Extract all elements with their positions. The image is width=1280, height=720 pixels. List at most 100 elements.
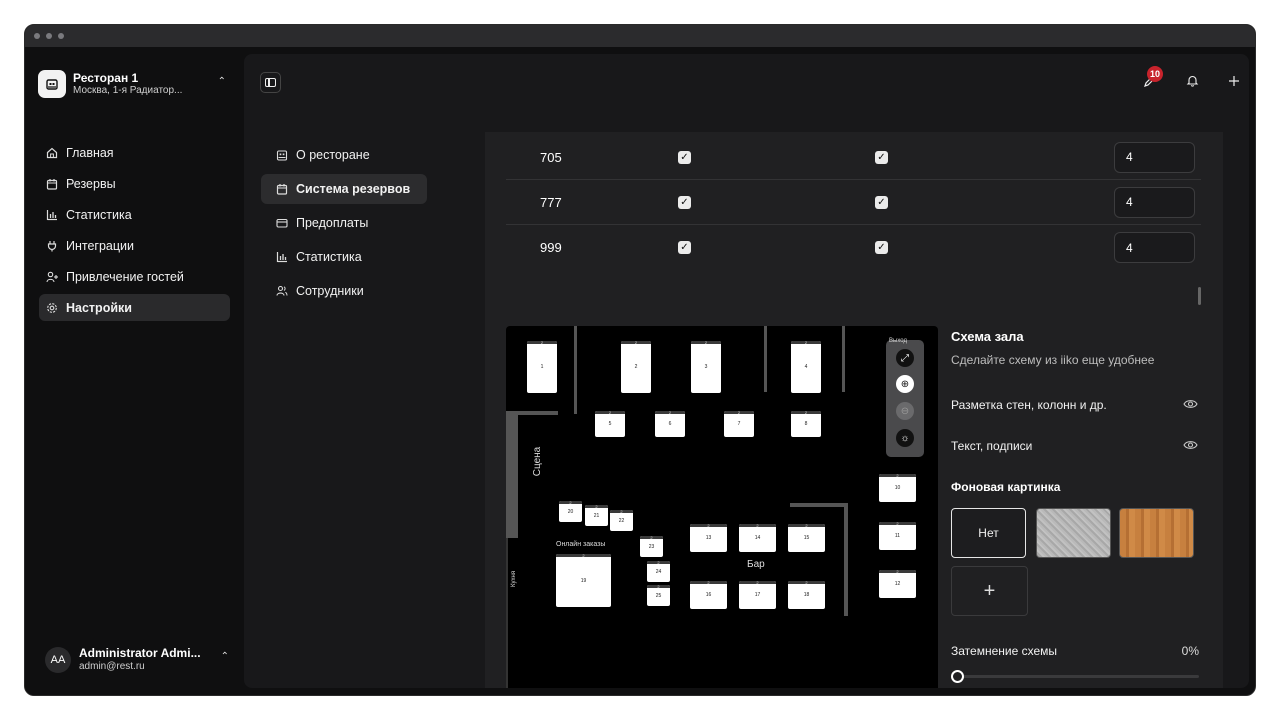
settings-item-about[interactable]: О ресторане — [261, 140, 427, 170]
zoom-out-button[interactable]: ⊖ — [896, 402, 914, 420]
map-wall — [842, 326, 845, 392]
map-table[interactable]: 21 — [527, 340, 557, 393]
table-row: 999 ✓ ✓ 4 — [506, 225, 1201, 270]
settings-item-staff[interactable]: Сотрудники — [261, 276, 427, 306]
notifications-button[interactable] — [1177, 68, 1207, 96]
sidebar-item-settings[interactable]: Настройки — [39, 294, 230, 321]
map-table[interactable]: 2 11 — [879, 521, 916, 550]
user-plus-icon — [45, 271, 59, 283]
sidebar-item-home[interactable]: Главная — [39, 139, 230, 166]
fullscreen-button[interactable]: ⤢ — [896, 349, 914, 367]
map-table[interactable]: 27 — [724, 410, 754, 437]
gear-icon — [45, 302, 59, 314]
sidebar-item-label: Резервы — [66, 176, 116, 191]
brightness-button[interactable]: ☼ — [896, 429, 914, 447]
sidebar-item-integrations[interactable]: Интеграции — [39, 232, 230, 259]
map-table[interactable]: 2 14 — [739, 523, 776, 552]
scrollbar[interactable] — [1198, 287, 1201, 305]
map-table[interactable]: 2 20 — [559, 500, 582, 522]
settings-item-label: Сотрудники — [296, 284, 364, 298]
map-table[interactable]: 2 15 — [788, 523, 825, 552]
map-table[interactable]: 2 22 — [610, 509, 633, 531]
window-close-button[interactable] — [34, 33, 40, 39]
walls-option-label: Разметка стен, колонн и др. — [951, 398, 1107, 412]
dimming-slider[interactable] — [951, 670, 1199, 683]
restaurant-address: Москва, 1-я Радиатор... — [73, 85, 183, 97]
sidebar: Ресторан 1 Москва, 1-я Радиатор... ⌃ Гла… — [25, 47, 244, 695]
sidebar-item-label: Настройки — [66, 300, 132, 315]
reservation-settings-content: 705 ✓ ✓ 4 777 ✓ ✓ 4 999 ✓ ✓ 4 Сцена Кухн… — [485, 132, 1223, 688]
main-panel: 10 О ресторане Система резервов Предопла… — [244, 54, 1249, 688]
add-button[interactable] — [1219, 68, 1249, 96]
checkbox-1[interactable]: ✓ — [678, 150, 691, 164]
checkbox-2[interactable]: ✓ — [875, 241, 888, 254]
sidebar-item-guest-acquisition[interactable]: Привлечение гостей — [39, 263, 230, 290]
add-background-button[interactable]: + — [951, 566, 1028, 616]
map-table[interactable]: 2 19 — [556, 553, 611, 607]
map-table[interactable]: 2 17 — [739, 580, 776, 609]
eye-icon[interactable] — [1183, 438, 1198, 452]
eye-icon[interactable] — [1183, 397, 1198, 411]
header-actions: 10 — [1123, 66, 1249, 96]
map-table[interactable]: 2 10 — [879, 473, 916, 502]
map-table[interactable]: 23 — [691, 340, 721, 393]
map-table[interactable]: 2 25 — [647, 584, 670, 606]
map-table[interactable]: 2 23 — [640, 535, 663, 557]
settings-item-reservation-system[interactable]: Система резервов — [261, 174, 427, 204]
walls-option-row: Разметка стен, колонн и др. — [951, 397, 1198, 412]
capacity-input[interactable]: 4 — [1114, 141, 1195, 173]
app-window: Ресторан 1 Москва, 1-я Радиатор... ⌃ Гла… — [24, 24, 1256, 696]
settings-item-label: Статистика — [296, 250, 362, 264]
checkbox-1[interactable]: ✓ — [678, 241, 691, 254]
background-none-option[interactable]: Нет — [951, 508, 1026, 558]
background-wood-option[interactable] — [1119, 508, 1194, 558]
checkbox-2[interactable]: ✓ — [875, 150, 888, 164]
table-row: 777 ✓ ✓ 4 — [506, 180, 1201, 225]
settings-item-prepayments[interactable]: Предоплаты — [261, 208, 427, 238]
edit-notifications-button[interactable]: 10 — [1135, 66, 1165, 96]
map-table[interactable]: 2 21 — [585, 504, 608, 526]
online-orders-label: Онлайн заказы — [556, 541, 606, 548]
map-table[interactable]: 2 13 — [690, 523, 727, 552]
map-table[interactable]: 26 — [655, 410, 685, 437]
main-nav: Главная Резервы Статистика Интеграции Пр… — [39, 139, 230, 325]
text-option-row: Текст, подписи — [951, 438, 1198, 453]
map-table[interactable]: 22 — [621, 340, 651, 393]
table-number: 705 — [540, 149, 562, 165]
user-menu[interactable]: AA Administrator Admi... admin@rest.ru ⌃ — [45, 643, 231, 677]
checkbox-1[interactable]: ✓ — [678, 195, 691, 209]
zoom-in-button[interactable]: ⊕ — [896, 375, 914, 393]
capacity-input[interactable]: 4 — [1114, 186, 1195, 218]
map-table[interactable]: 2 12 — [879, 569, 916, 598]
table-number: 777 — [540, 194, 562, 210]
map-wall — [764, 326, 767, 392]
background-concrete-option[interactable] — [1036, 508, 1111, 558]
settings-item-statistics[interactable]: Статистика — [261, 242, 427, 272]
sidebar-toggle-button[interactable] — [260, 72, 281, 93]
map-table[interactable]: 2 16 — [690, 580, 727, 609]
sidebar-item-label: Статистика — [66, 207, 132, 222]
settings-item-label: Предоплаты — [296, 216, 369, 230]
settings-item-label: Система резервов — [296, 182, 411, 196]
capacity-input[interactable]: 4 — [1114, 232, 1195, 263]
slider-track — [957, 675, 1199, 678]
map-wall — [790, 503, 848, 507]
bar-chart-icon — [45, 209, 59, 221]
map-wall — [506, 414, 518, 538]
window-maximize-button[interactable] — [58, 33, 64, 39]
scheme-subtitle: Сделайте схему из iiko еще удобнее — [951, 353, 1155, 367]
restaurant-switcher[interactable]: Ресторан 1 Москва, 1-я Радиатор... ⌃ — [38, 67, 228, 101]
sidebar-item-statistics[interactable]: Статистика — [39, 201, 230, 228]
calendar-icon — [275, 183, 289, 195]
map-table[interactable]: 28 — [791, 410, 821, 437]
map-table[interactable]: 24 — [791, 340, 821, 393]
calendar-icon — [45, 178, 59, 190]
window-minimize-button[interactable] — [46, 33, 52, 39]
checkbox-2[interactable]: ✓ — [875, 195, 888, 209]
sidebar-item-reservations[interactable]: Резервы — [39, 170, 230, 197]
map-table[interactable]: 25 — [595, 410, 625, 437]
map-table[interactable]: 2 18 — [788, 580, 825, 609]
floor-map[interactable]: Сцена Кухня Онлайн заказы Бар 21 22 23 2… — [506, 326, 938, 688]
slider-knob[interactable] — [951, 670, 964, 683]
map-table[interactable]: 2 24 — [647, 560, 670, 582]
